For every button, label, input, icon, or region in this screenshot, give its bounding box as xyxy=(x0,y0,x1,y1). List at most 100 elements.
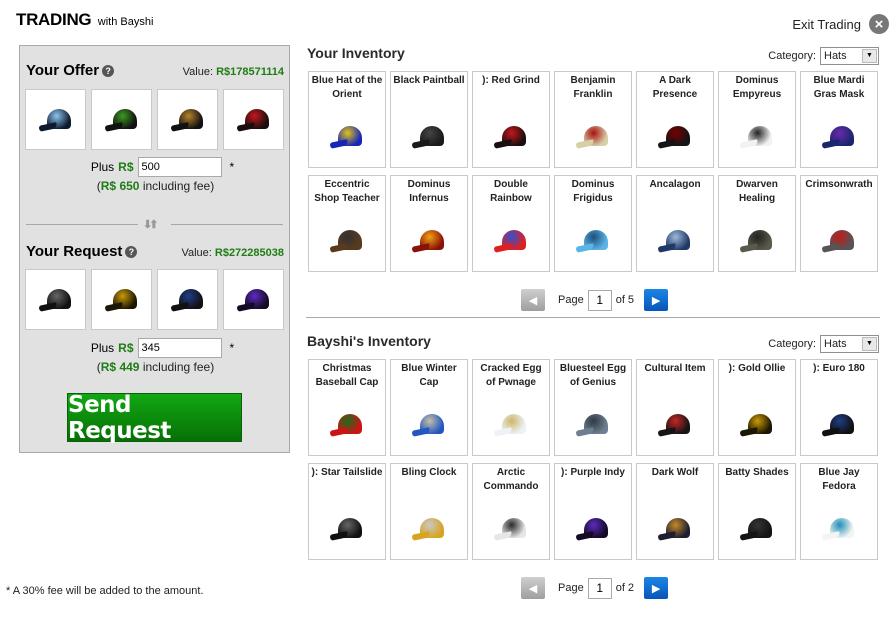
item-name: ): Red Grind xyxy=(482,75,540,86)
inventory-item[interactable]: ): Euro 180 xyxy=(800,359,878,456)
hat-thumbnail-icon xyxy=(657,228,692,254)
inventory-item[interactable]: Black Paintball xyxy=(390,71,468,168)
inventory-item[interactable]: Blue Hat of the Orient xyxy=(308,71,386,168)
hat-thumbnail-icon xyxy=(329,412,364,438)
inventory-item[interactable]: Cultural Item xyxy=(636,359,714,456)
prev-page-button[interactable]: ◀ xyxy=(521,577,545,599)
inventory-item[interactable]: ): Star Tailslide xyxy=(308,463,386,560)
trade-slot[interactable] xyxy=(157,269,218,330)
item-thumbnail xyxy=(819,223,859,259)
hat-thumbnail-icon xyxy=(657,516,692,542)
trade-slot[interactable] xyxy=(91,269,152,330)
category-label: Category: xyxy=(768,50,816,62)
inventory-item[interactable]: Dwarven Healing xyxy=(718,175,796,272)
hat-thumbnail-icon xyxy=(493,412,528,438)
request-heading: Your Request xyxy=(26,243,123,260)
inventory-item[interactable]: Christmas Baseball Cap xyxy=(308,359,386,456)
item-name: Eccentric Shop Teacher xyxy=(314,179,380,204)
inventory-item[interactable]: Blue Winter Cap xyxy=(390,359,468,456)
robux-icon: R$ xyxy=(100,360,117,374)
page-count: of 5 xyxy=(615,294,635,306)
item-thumbnail xyxy=(819,511,859,547)
question-circle-icon[interactable]: ? xyxy=(125,246,138,258)
page-label: Page xyxy=(558,582,584,594)
trade-slot[interactable] xyxy=(223,89,284,150)
item-name: Bling Clock xyxy=(401,467,457,478)
inventory-item[interactable]: ): Gold Ollie xyxy=(718,359,796,456)
their-category-select[interactable]: Hats ▼ xyxy=(820,335,879,353)
item-name: Cracked Egg of Pwnage xyxy=(480,363,542,388)
offer-request-divider: ⬇⬆ xyxy=(26,218,283,231)
item-thumbnail xyxy=(655,119,695,155)
triangle-left-icon: ◀ xyxy=(528,294,538,307)
trade-slot[interactable] xyxy=(25,269,86,330)
hat-thumbnail-icon xyxy=(329,124,364,150)
hat-thumbnail-icon xyxy=(329,228,364,254)
hat-thumbnail-icon xyxy=(329,516,364,542)
inventory-item[interactable]: Bluesteel Egg of Genius xyxy=(554,359,632,456)
title-text: TRADING xyxy=(16,10,92,29)
inventory-item[interactable]: Ancalagon xyxy=(636,175,714,272)
inventory-separator xyxy=(306,317,880,318)
inventory-item[interactable]: Benjamin Franklin xyxy=(554,71,632,168)
next-page-button[interactable]: ▶ xyxy=(644,289,669,311)
trade-panel: Your Offer? Value: R$178571114 Plus R$ *… xyxy=(19,45,290,453)
item-name: ): Star Tailslide xyxy=(311,467,383,478)
fee-footnote: * A 30% fee will be added to the amount. xyxy=(6,585,204,597)
inventory-item[interactable]: ): Purple Indy xyxy=(554,463,632,560)
hat-thumbnail-icon xyxy=(38,287,73,313)
close-circle-icon[interactable]: × xyxy=(869,14,889,34)
hat-thumbnail-icon xyxy=(657,124,692,150)
page-input[interactable] xyxy=(587,289,612,311)
request-robux-input[interactable] xyxy=(137,338,222,358)
hat-thumbnail-icon xyxy=(821,228,856,254)
inventory-item[interactable]: Dominus Empyreus xyxy=(718,71,796,168)
send-request-button[interactable]: Send Request xyxy=(67,392,242,444)
prev-page-button[interactable]: ◀ xyxy=(521,289,545,311)
offer-robux-input[interactable] xyxy=(137,157,222,177)
divider-line xyxy=(171,224,283,225)
request-value-label: Value: xyxy=(181,247,212,259)
triangle-left-icon: ◀ xyxy=(528,582,538,595)
item-thumbnail xyxy=(327,119,367,155)
inventory-item[interactable]: ): Red Grind xyxy=(472,71,550,168)
item-name: Bluesteel Egg of Genius xyxy=(559,363,627,388)
inventory-item[interactable]: Crimsonwrath xyxy=(800,175,878,272)
inventory-item[interactable]: Dominus Frigidus xyxy=(554,175,632,272)
item-thumbnail xyxy=(737,223,777,259)
inventory-item[interactable]: Cracked Egg of Pwnage xyxy=(472,359,550,456)
next-page-button[interactable]: ▶ xyxy=(644,577,669,599)
hat-thumbnail-icon xyxy=(104,107,139,133)
inventory-item[interactable]: Blue Jay Fedora xyxy=(800,463,878,560)
chevron-down-icon[interactable]: ▼ xyxy=(862,49,877,63)
inventory-item[interactable]: Batty Shades xyxy=(718,463,796,560)
inventory-item[interactable]: Eccentric Shop Teacher xyxy=(308,175,386,272)
trade-slot[interactable] xyxy=(25,89,86,150)
inventory-item[interactable]: Bling Clock xyxy=(390,463,468,560)
item-thumbnail xyxy=(655,511,695,547)
inventory-item[interactable]: Double Rainbow xyxy=(472,175,550,272)
inventory-item[interactable]: A Dark Presence xyxy=(636,71,714,168)
trade-partner: with Bayshi xyxy=(97,16,154,28)
question-circle-icon[interactable]: ? xyxy=(102,65,115,77)
page-title: TRADING with Bayshi xyxy=(16,10,153,30)
trade-slot[interactable] xyxy=(91,89,152,150)
your-category-select[interactable]: Hats ▼ xyxy=(820,47,879,65)
plus-label: Plus xyxy=(90,341,115,355)
page-count: of 2 xyxy=(615,582,635,594)
inventory-item[interactable]: Dominus Infernus xyxy=(390,175,468,272)
offer-heading: Your Offer xyxy=(26,62,100,79)
hat-thumbnail-icon xyxy=(575,412,610,438)
chevron-down-icon[interactable]: ▼ xyxy=(862,337,877,351)
inventory-item[interactable]: Blue Mardi Gras Mask xyxy=(800,71,878,168)
inventory-item[interactable]: Dark Wolf xyxy=(636,463,714,560)
request-fee-amount: 449 xyxy=(119,360,140,374)
exit-trading-button[interactable]: Exit Trading × xyxy=(792,14,889,34)
hat-thumbnail-icon xyxy=(236,287,271,313)
hat-thumbnail-icon xyxy=(170,107,205,133)
inventory-item[interactable]: Arctic Commando xyxy=(472,463,550,560)
trade-slot[interactable] xyxy=(223,269,284,330)
page-input[interactable] xyxy=(587,577,612,599)
trade-slot[interactable] xyxy=(157,89,218,150)
triangle-right-icon: ▶ xyxy=(651,582,661,595)
